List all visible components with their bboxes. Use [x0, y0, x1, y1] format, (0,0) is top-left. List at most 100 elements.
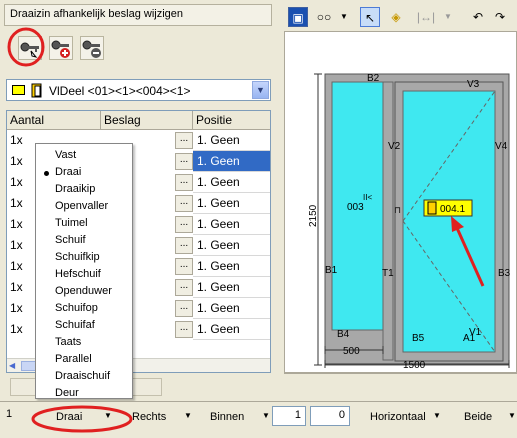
left-width-dimension: 500 [343, 346, 360, 357]
menu-item-label: Vast [55, 149, 77, 161]
ellipsis-button[interactable]: ... [175, 321, 193, 338]
ellipsis-button[interactable]: ... [175, 174, 193, 191]
menu-item[interactable]: Deur [36, 385, 132, 402]
positie-select[interactable]: Binnen [210, 411, 244, 423]
remove-key-button[interactable] [80, 36, 104, 60]
label-b3: B3 [498, 268, 511, 279]
mullion [382, 81, 394, 361]
column-header-positie[interactable]: Positie [193, 111, 270, 130]
menu-item-label: Schuifaf [55, 319, 95, 331]
hinge-marker: ⊓ [394, 205, 401, 215]
menu-item-label: Schuifop [55, 302, 98, 314]
menu-item[interactable]: Hefschuif [36, 266, 132, 283]
drawing-canvas[interactable]: B2 V3 V2 V4 B1 T1 B3 B4 B5 A1 V1 003 II<… [284, 31, 517, 373]
menu-item[interactable]: Draaikip [36, 181, 132, 198]
menu-item[interactable]: Vast [36, 147, 132, 164]
highlight-circle [31, 405, 133, 433]
zijde-select[interactable]: Rechts [132, 411, 166, 423]
menu-item-label: Deur [55, 387, 79, 399]
canvas-scrollbar[interactable] [284, 373, 517, 397]
menu-item-label: Parallel [55, 353, 92, 365]
dialog-title: Draaizin afhankelijk beslag wijzigen [4, 4, 272, 26]
yellow-square-icon [12, 85, 25, 95]
menu-item-label: Draaikip [55, 183, 96, 195]
value-field-1[interactable]: 1 [272, 406, 306, 426]
glass-right [402, 90, 496, 353]
column-header-beslag[interactable]: Beslag [101, 111, 193, 130]
menu-item[interactable]: Openduwer [36, 283, 132, 300]
cell-positie[interactable]: 1. Geen [193, 214, 270, 235]
menu-item[interactable]: Schuifkip [36, 249, 132, 266]
cell-positie[interactable]: 1. Geen [193, 130, 270, 151]
value-field-2[interactable]: 0 [310, 406, 350, 426]
door-icon [427, 201, 437, 215]
part-select[interactable]: VlDeel <01><1><004><1> ▼ [6, 79, 271, 101]
chevron-down-icon[interactable]: ▼ [252, 81, 269, 99]
ellipsis-button[interactable]: ... [175, 258, 193, 275]
richting-select[interactable]: Horizontaal [370, 411, 426, 423]
ellipsis-button[interactable]: ... [175, 300, 193, 317]
menu-item[interactable]: Openvaller [36, 198, 132, 215]
scroll-left-icon[interactable]: ◀ [9, 361, 15, 370]
cell-positie[interactable]: 1. Geen [193, 277, 270, 298]
chevron-down-icon[interactable]: ▼ [334, 7, 354, 27]
menu-item[interactable]: Draai [36, 164, 132, 181]
beide-select[interactable]: Beide [464, 411, 492, 423]
column-header-aantal[interactable]: Aantal [7, 111, 101, 130]
chevron-down-icon[interactable]: ▼ [184, 411, 192, 420]
ellipsis-button[interactable]: ... [175, 195, 193, 212]
key-add-icon [51, 40, 70, 58]
cell-positie[interactable]: 1. Geen [193, 298, 270, 319]
chevron-down-icon[interactable]: ▼ [508, 411, 516, 420]
undo-icon[interactable]: ↶ [468, 7, 488, 27]
ellipsis-button[interactable]: ... [175, 153, 193, 170]
ellipsis-button[interactable]: ... [175, 216, 193, 233]
label-b2: B2 [367, 73, 380, 84]
menu-item[interactable]: Schuif [36, 232, 132, 249]
pointer-tool-icon[interactable]: ↖ [360, 7, 380, 27]
highlight-circle [7, 27, 45, 67]
hardware-tag-label: 004.1 [440, 204, 465, 215]
door-icon [31, 83, 42, 98]
measure-icon[interactable]: |↔| [416, 7, 436, 27]
cell-positie[interactable]: 1. Geen [193, 235, 270, 256]
cell-positie[interactable]: 1. Geen [193, 319, 270, 340]
menu-item[interactable]: Parallel [36, 351, 132, 368]
chevron-down-icon[interactable]: ▼ [438, 7, 458, 27]
operation-type-menu: Vast Draai Draaikip Openvaller Tuimel Schuif S… [35, 143, 133, 399]
radio-dot-icon [44, 171, 49, 176]
drawing-toolbar: ▣ ○○ ▼ ↖ ◈ |↔| ▼ ↶ ↷ [284, 4, 517, 30]
menu-item-label: Draaischuif [55, 370, 111, 382]
menu-item[interactable]: Taats [36, 334, 132, 351]
chevron-down-icon[interactable]: ▼ [262, 411, 270, 420]
cell-positie[interactable]: 1. Geen [193, 193, 270, 214]
redo-icon[interactable]: ↷ [490, 7, 510, 27]
menu-item-label: Hefschuif [55, 268, 101, 280]
layers-icon[interactable]: ◈ [386, 7, 406, 27]
status-bar: 1 Draai ▼ Rechts ▼ Binnen ▼ 1 0 Horizont… [0, 401, 517, 438]
label-b5: B5 [412, 333, 425, 344]
cell-positie[interactable]: 1. Geen [193, 256, 270, 277]
menu-item-label: Schuif [55, 234, 86, 246]
menu-item-label: Openvaller [55, 200, 109, 212]
frame-view-icon[interactable]: ▣ [288, 7, 308, 27]
menu-item[interactable]: Schuifaf [36, 317, 132, 334]
cell-positie[interactable]: 1. Geen [193, 151, 270, 172]
ellipsis-button[interactable]: ... [175, 132, 193, 149]
menu-item[interactable]: Schuifop [36, 300, 132, 317]
label-b4: B4 [337, 329, 350, 340]
menu-item[interactable]: Draaischuif [36, 368, 132, 385]
ellipsis-button[interactable]: ... [175, 237, 193, 254]
total-width-dimension: 1500 [403, 360, 426, 371]
label-v2: V2 [388, 141, 401, 152]
ellipsis-button[interactable]: ... [175, 279, 193, 296]
part-select-value: VlDeel <01><1><004><1> [49, 84, 191, 98]
chevron-down-icon[interactable]: ▼ [433, 411, 441, 420]
menu-item-label: Openduwer [55, 285, 112, 297]
glasses-icon[interactable]: ○○ [314, 7, 334, 27]
cell-positie[interactable]: 1. Geen [193, 172, 270, 193]
add-key-button[interactable] [49, 36, 73, 60]
menu-item-label: Tuimel [55, 217, 88, 229]
menu-item[interactable]: Tuimel [36, 215, 132, 232]
label-b1: B1 [325, 265, 338, 276]
